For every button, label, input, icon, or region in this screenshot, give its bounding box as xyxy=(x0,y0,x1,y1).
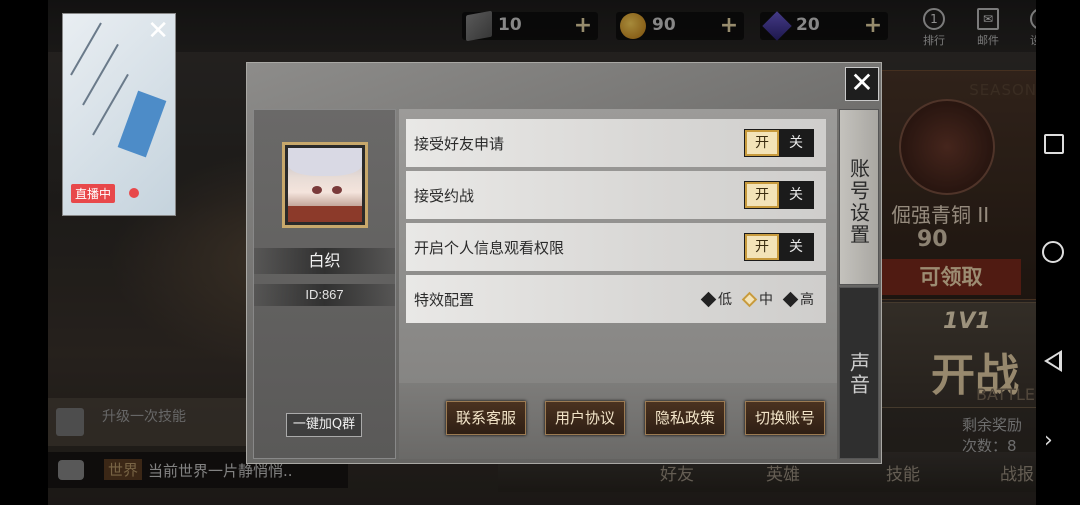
tab-sound[interactable]: 声音 xyxy=(839,287,879,459)
toggle-on[interactable]: 开 xyxy=(745,182,779,208)
toggle-on[interactable]: 开 xyxy=(745,130,779,156)
user-agreement-button[interactable]: 用户协议 xyxy=(545,401,625,435)
system-nav-bar: › xyxy=(1036,0,1080,505)
tab-label: 声音 xyxy=(846,352,871,396)
avatar-image xyxy=(288,148,362,222)
setting-label: 接受约战 xyxy=(414,187,475,205)
toggle-on[interactable]: 开 xyxy=(745,234,779,260)
diamond-icon xyxy=(700,291,717,307)
setting-row-effects: 特效配置 低 中 高 xyxy=(406,275,826,323)
diamond-icon xyxy=(782,291,799,307)
setting-label: 特效配置 xyxy=(414,291,475,309)
avatar-eye xyxy=(332,186,342,194)
chevron-right-icon[interactable]: › xyxy=(1044,428,1053,453)
preview-shape xyxy=(117,90,167,158)
settings-dialog: ✕ 白织 ID:867 一键加Q群 接受好友申请 开 关 接受约战 开 关 开启… xyxy=(246,62,882,464)
close-dialog-button[interactable]: ✕ xyxy=(845,67,879,101)
setting-row-friend-requests: 接受好友申请 开 关 xyxy=(406,119,826,167)
settings-content: 接受好友申请 开 关 接受约战 开 关 开启个人信息观看权限 开 关 特效配置 xyxy=(399,109,837,383)
effects-low-option[interactable]: 低 xyxy=(700,289,732,309)
effects-option-label: 中 xyxy=(759,292,773,308)
live-preview[interactable]: ✕ 直播中 xyxy=(62,13,176,216)
home-icon[interactable] xyxy=(1042,241,1064,263)
effects-option-label: 高 xyxy=(800,292,814,308)
effects-options: 低 中 高 xyxy=(700,289,814,309)
switch-account-button[interactable]: 切换账号 xyxy=(745,401,825,435)
setting-label: 开启个人信息观看权限 xyxy=(414,239,565,257)
toggle-off[interactable]: 关 xyxy=(779,182,813,208)
tab-account-settings[interactable]: 账号设置 xyxy=(839,109,879,285)
setting-row-battle-invites: 接受约战 开 关 xyxy=(406,171,826,219)
contact-support-button[interactable]: 联系客服 xyxy=(446,401,526,435)
setting-row-profile-visibility: 开启个人信息观看权限 开 关 xyxy=(406,223,826,271)
player-id: ID:867 xyxy=(254,284,395,306)
preview-stroke xyxy=(92,73,129,136)
live-dot-icon xyxy=(129,188,139,198)
tab-label: 账号设置 xyxy=(846,158,871,246)
live-badge: 直播中 xyxy=(71,184,116,203)
action-bar: 联系客服 用户协议 隐私政策 切换账号 xyxy=(399,383,837,459)
toggle-off[interactable]: 关 xyxy=(779,234,813,260)
privacy-policy-button[interactable]: 隐私政策 xyxy=(645,401,725,435)
battle-invites-toggle[interactable]: 开 关 xyxy=(744,181,814,209)
friend-requests-toggle[interactable]: 开 关 xyxy=(744,129,814,157)
avatar-shoulder xyxy=(288,206,362,222)
back-icon[interactable] xyxy=(1044,350,1062,372)
preview-stroke xyxy=(70,22,102,76)
avatar-hair xyxy=(288,148,362,177)
recent-apps-icon[interactable] xyxy=(1044,134,1064,154)
setting-label: 接受好友申请 xyxy=(414,135,505,153)
avatar-eye xyxy=(312,186,322,194)
profile-panel: 白织 ID:867 一键加Q群 xyxy=(253,109,396,459)
profile-visibility-toggle[interactable]: 开 关 xyxy=(744,233,814,261)
avatar[interactable] xyxy=(282,142,368,228)
join-qq-group-button[interactable]: 一键加Q群 xyxy=(286,413,362,437)
effects-high-option[interactable]: 高 xyxy=(782,289,814,309)
diamond-selected-icon xyxy=(741,291,758,307)
player-name: 白织 xyxy=(254,248,395,274)
close-icon[interactable]: ✕ xyxy=(147,18,169,44)
effects-medium-option[interactable]: 中 xyxy=(741,289,773,309)
effects-option-label: 低 xyxy=(718,292,732,308)
toggle-off[interactable]: 关 xyxy=(779,130,813,156)
settings-tabs: 账号设置 声音 xyxy=(839,109,879,459)
